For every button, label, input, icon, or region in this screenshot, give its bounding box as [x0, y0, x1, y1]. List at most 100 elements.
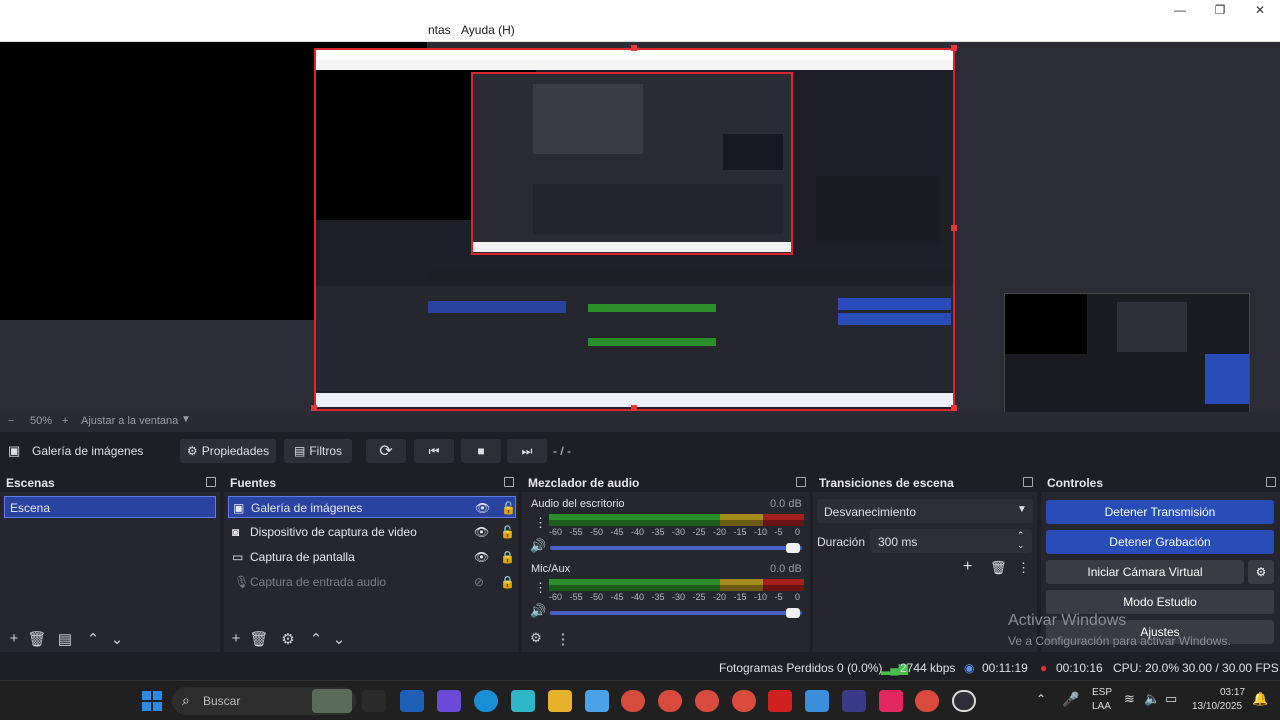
- unlock-icon[interactable]: 🔓: [501, 497, 516, 519]
- clock-date[interactable]: 13/10/2025: [1192, 701, 1242, 712]
- language-code[interactable]: ESP: [1092, 687, 1112, 698]
- chevron-down-icon[interactable]: ⌄: [1017, 540, 1025, 551]
- more-vertical-icon[interactable]: ⋮: [534, 580, 547, 596]
- chevron-down-icon[interactable]: ▼: [181, 414, 191, 425]
- volume-knob[interactable]: [786, 608, 800, 618]
- stop-stream-button[interactable]: Detener Transmisión: [1046, 500, 1274, 524]
- source-item[interactable]: 🎙 Captura de entrada audio ⊘ 🔒: [228, 571, 516, 593]
- scene-item[interactable]: Escena: [4, 496, 216, 518]
- virtual-camera-settings-button[interactable]: ⚙: [1248, 560, 1274, 584]
- chrome-icon[interactable]: [658, 690, 682, 712]
- nested-capture-preview[interactable]: [314, 48, 955, 411]
- language-layout[interactable]: LAA: [1092, 701, 1111, 712]
- restart-button[interactable]: ⟳: [366, 439, 406, 463]
- edge-icon[interactable]: [474, 690, 498, 712]
- filter-icon[interactable]: ▤: [55, 630, 75, 648]
- stop-button[interactable]: ■: [461, 439, 501, 463]
- resize-handle-right[interactable]: [951, 225, 957, 231]
- trash-icon[interactable]: 🗑: [990, 560, 1007, 576]
- file-explorer-icon[interactable]: [548, 690, 572, 712]
- task-view-icon[interactable]: [362, 690, 386, 712]
- chevron-down-icon[interactable]: ⌄: [329, 630, 349, 648]
- chrome-icon[interactable]: [915, 690, 939, 712]
- menu-item-tools[interactable]: ntas: [428, 23, 451, 37]
- filters-button[interactable]: ▤ Filtros: [284, 439, 352, 463]
- eye-icon[interactable]: 👁: [474, 546, 489, 568]
- resize-handle-bottom[interactable]: [631, 405, 637, 411]
- bold-app-icon[interactable]: [768, 690, 792, 712]
- volume-knob[interactable]: [786, 543, 800, 553]
- source-item[interactable]: ▭ Captura de pantalla 👁 🔒: [228, 546, 516, 568]
- previous-button[interactable]: ⏮: [414, 439, 454, 463]
- undock-icon[interactable]: [796, 477, 806, 487]
- notepad-icon[interactable]: [805, 690, 829, 712]
- source-item[interactable]: ▣ Galería de imágenes 👁 🔓: [228, 496, 516, 518]
- add-icon[interactable]: +: [963, 558, 972, 576]
- studio-mode-button[interactable]: Modo Estudio: [1046, 590, 1274, 614]
- more-vertical-icon[interactable]: ⋮: [1017, 560, 1030, 576]
- add-icon[interactable]: +: [226, 630, 246, 647]
- preview-canvas[interactable]: [0, 42, 1280, 431]
- resize-handle-bottom-left[interactable]: [311, 405, 317, 411]
- stop-record-button[interactable]: Detener Grabación: [1046, 530, 1274, 554]
- undock-icon[interactable]: [206, 477, 216, 487]
- add-icon[interactable]: +: [4, 630, 24, 647]
- store-icon[interactable]: [400, 690, 424, 712]
- next-button[interactable]: ⏭: [507, 439, 547, 463]
- gear-icon[interactable]: ⚙: [278, 630, 298, 648]
- video-capture-thumbnail[interactable]: [1004, 293, 1250, 431]
- eye-icon[interactable]: 👁: [475, 497, 490, 519]
- menu-item-help[interactable]: Ayuda (H): [461, 23, 515, 37]
- source-item[interactable]: ◙ Dispositivo de captura de video 👁 🔓: [228, 521, 516, 543]
- chrome-icon[interactable]: [732, 690, 756, 712]
- undock-icon[interactable]: [504, 477, 514, 487]
- chrome-icon[interactable]: [621, 690, 645, 712]
- more-vertical-icon[interactable]: ⋮: [553, 630, 573, 648]
- unlock-icon[interactable]: 🔓: [500, 521, 515, 543]
- eye-icon[interactable]: 👁: [474, 521, 489, 543]
- undock-icon[interactable]: [1266, 477, 1276, 487]
- notification-icon[interactable]: 🔔: [1252, 691, 1268, 707]
- volume-slider[interactable]: [550, 546, 802, 550]
- gears-icon[interactable]: ⚙: [526, 630, 546, 646]
- resize-handle-top[interactable]: [631, 45, 637, 51]
- app-icon[interactable]: [842, 690, 866, 712]
- speaker-icon[interactable]: 🔊: [530, 603, 546, 619]
- zoom-in-button[interactable]: +: [62, 415, 68, 427]
- clock-time[interactable]: 03:17: [1220, 687, 1245, 698]
- transition-select[interactable]: Desvanecimiento ▼: [817, 499, 1033, 523]
- chevron-up-icon[interactable]: ⌃: [83, 630, 103, 648]
- obs-icon[interactable]: [952, 690, 976, 712]
- eye-hidden-icon[interactable]: ⊘: [474, 571, 484, 593]
- resize-handle-top-right[interactable]: [951, 45, 957, 51]
- tiktok-icon[interactable]: [879, 690, 903, 712]
- trash-icon[interactable]: 🗑: [27, 630, 47, 648]
- volume-slider[interactable]: [550, 611, 802, 615]
- battery-icon[interactable]: ▭: [1165, 691, 1177, 707]
- volume-icon[interactable]: 🔈: [1144, 691, 1160, 707]
- taskbar-search[interactable]: ⌕ Buscar: [172, 687, 356, 715]
- trash-icon[interactable]: 🗑: [249, 630, 269, 648]
- close-button[interactable]: ✕: [1240, 0, 1280, 20]
- maximize-button[interactable]: ❐: [1200, 0, 1240, 20]
- chevron-up-icon[interactable]: ⌃: [1036, 692, 1046, 706]
- undock-icon[interactable]: [1023, 477, 1033, 487]
- app-icon[interactable]: [511, 690, 535, 712]
- duration-input[interactable]: 300 ms ⌃ ⌄: [870, 529, 1032, 553]
- minimize-button[interactable]: —: [1160, 0, 1200, 20]
- lock-icon[interactable]: 🔒: [500, 571, 515, 593]
- chevron-up-icon[interactable]: ⌃: [306, 630, 326, 648]
- copilot-icon[interactable]: [437, 690, 461, 712]
- zoom-out-button[interactable]: −: [8, 415, 14, 427]
- snipping-tool-icon[interactable]: [585, 690, 609, 712]
- lock-icon[interactable]: 🔒: [500, 546, 515, 568]
- fit-to-window-label[interactable]: Ajustar a la ventana: [81, 415, 178, 427]
- virtual-camera-button[interactable]: Iniciar Cámara Virtual: [1046, 560, 1244, 584]
- mic-icon[interactable]: 🎤: [1062, 691, 1079, 708]
- more-vertical-icon[interactable]: ⋮: [534, 515, 547, 531]
- resize-handle-bottom-right[interactable]: [951, 405, 957, 411]
- properties-button[interactable]: ⚙ Propiedades: [180, 439, 276, 463]
- chevron-down-icon[interactable]: ⌄: [107, 630, 127, 648]
- wifi-icon[interactable]: ≋: [1124, 691, 1135, 707]
- speaker-icon[interactable]: 🔊: [530, 538, 546, 554]
